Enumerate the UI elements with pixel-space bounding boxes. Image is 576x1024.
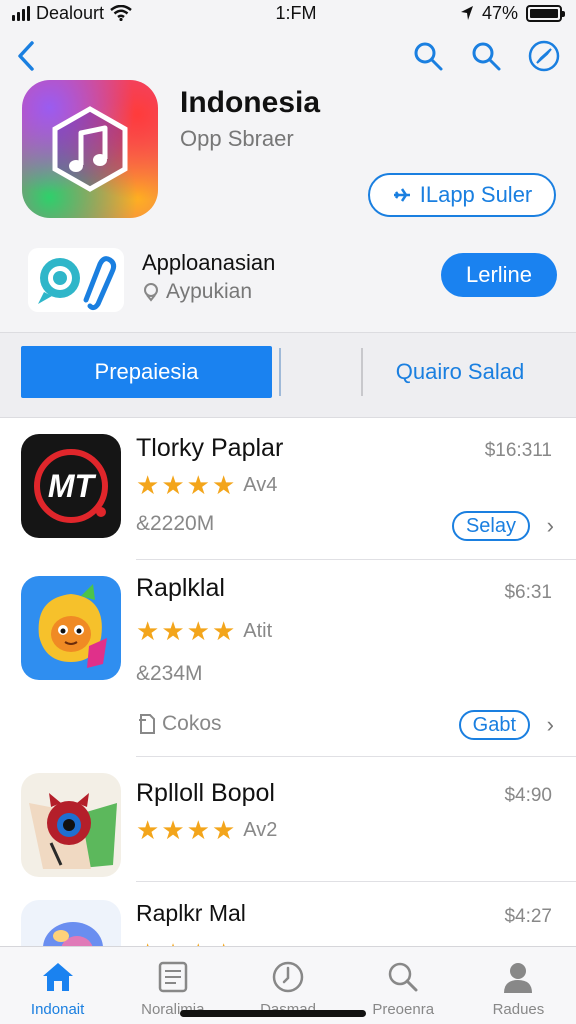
airplane-icon: [393, 188, 410, 202]
get-button[interactable]: Gabt: [458, 710, 530, 740]
row-divider: [136, 881, 576, 882]
tab-label: Preoenra: [372, 1001, 435, 1018]
chevron-left-icon[interactable]: [12, 38, 42, 74]
app-name: Tlorky Paplar: [136, 434, 284, 462]
app-price: $16:311: [484, 440, 552, 461]
app-icon: [22, 80, 158, 218]
status-bar: Dealourt 1:FM 47%: [0, 0, 576, 26]
clock-time: 1:FM: [275, 2, 317, 23]
developer-subtitle-text: Aypukian: [166, 280, 253, 303]
location-arrow-icon: [460, 6, 473, 20]
download-count: &234M: [136, 662, 203, 685]
developer-logo: [28, 248, 124, 312]
carrier-label: Dealourt: [36, 2, 105, 23]
app-price: $6:31: [504, 582, 552, 603]
home-icon: [42, 963, 73, 991]
person-icon: [504, 963, 533, 993]
tab-segment-active[interactable]: Prepaiesia: [21, 346, 272, 398]
star-icon: ★: [136, 616, 160, 646]
developer-name: Apploanasian: [142, 250, 276, 275]
search-icon: [388, 962, 418, 992]
row-divider: [136, 756, 576, 757]
tab-segment-inactive[interactable]: Quairo Salad: [362, 346, 558, 398]
tab-home[interactable]: Indonait: [0, 947, 115, 1024]
mt-logo-icon: MT: [34, 449, 108, 523]
star-icon: ★: [136, 470, 160, 500]
star-icon: ★: [211, 815, 236, 845]
app-thumb-raplklal: [21, 576, 121, 680]
star-icon: ★: [211, 470, 236, 500]
star-icon: ★: [211, 616, 236, 646]
rating-stars: ★ ★ ★ ★ Av4: [136, 472, 277, 498]
app-name: Rplloll Bopol: [136, 779, 275, 807]
nav-actions: [410, 38, 562, 74]
search-icon[interactable]: [468, 38, 504, 74]
developer-action-button[interactable]: Lerline: [441, 253, 557, 297]
star-icon: ★: [161, 616, 185, 646]
star-icon: ★: [186, 616, 210, 646]
app-category: Cokos: [136, 712, 222, 736]
chevron-right-icon[interactable]: ›: [547, 712, 554, 738]
rating-text: Atit: [243, 619, 273, 642]
clock-icon: [272, 961, 304, 993]
music-note-icon: [52, 106, 128, 192]
location-pin-icon: [144, 283, 158, 302]
battery-percent: 47%: [481, 2, 518, 23]
app-list: MT Tlorky Paplar $16:311 ★ ★ ★ ★ Av4 &22…: [0, 418, 576, 964]
star-icon: ★: [186, 470, 210, 500]
tab-profile[interactable]: Radues: [461, 947, 576, 1024]
app-price: $4:27: [504, 906, 552, 927]
chevron-right-icon[interactable]: ›: [547, 513, 554, 539]
tab-label: Indonait: [30, 1001, 85, 1018]
developer-subtitle: Aypukian: [142, 280, 252, 304]
search-icon[interactable]: [410, 38, 446, 74]
signal-icon: [12, 5, 30, 21]
app-action-label: ILapp Suler: [419, 182, 533, 207]
app-thumb-mt: MT: [21, 434, 121, 538]
battery-icon: [526, 4, 565, 22]
app-name: Raplklal: [136, 574, 225, 602]
rating-stars: ★ ★ ★ ★ Atit: [136, 618, 272, 644]
app-price: $4:90: [504, 785, 552, 806]
row-divider: [136, 559, 576, 560]
app-category-text: Cokos: [162, 712, 222, 735]
rating-text: Av2: [243, 818, 278, 841]
app-thumb-bopol: [21, 773, 121, 877]
download-count: &2220M: [136, 512, 215, 535]
chat-bubble-icon: [38, 256, 117, 311]
status-left: Dealourt: [12, 3, 132, 24]
news-icon: [158, 961, 188, 993]
segment-divider: [279, 348, 281, 396]
app-subtitle: Opp Sbraer: [180, 126, 294, 151]
cartoon-character-icon: [38, 584, 107, 668]
home-indicator[interactable]: [180, 1010, 366, 1017]
star-icon: ★: [161, 815, 185, 845]
app-name: Raplkr Mal: [136, 900, 246, 926]
star-icon: ★: [161, 470, 185, 500]
get-button[interactable]: Selay: [451, 511, 530, 541]
compass-icon[interactable]: [526, 38, 562, 74]
rating-stars: ★ ★ ★ ★ Av2: [136, 817, 277, 843]
star-icon: ★: [186, 815, 210, 845]
bird-mascot-icon: [29, 793, 117, 869]
svg-text:MT: MT: [48, 468, 97, 504]
wifi-icon: [110, 5, 132, 21]
tab-label: Radues: [492, 1001, 545, 1018]
star-icon: ★: [136, 815, 160, 845]
app-title: Indonesia: [180, 86, 321, 119]
status-right: 47%: [460, 2, 565, 24]
app-action-button[interactable]: ILapp Suler: [368, 173, 556, 217]
document-icon: [139, 714, 155, 734]
rating-text: Av4: [243, 473, 278, 496]
